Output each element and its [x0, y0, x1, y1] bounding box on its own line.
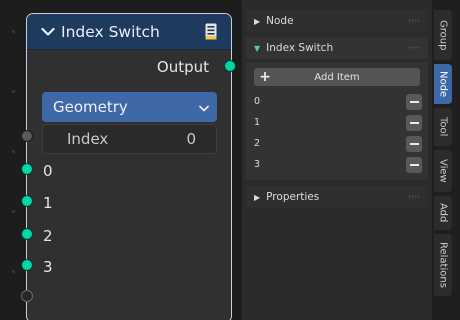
list-item[interactable]: 3: [254, 157, 422, 173]
index-switch-section-title: Index Switch: [266, 42, 334, 54]
minus-icon: [409, 101, 419, 103]
grid-dot: [12, 270, 15, 273]
list-item-index: 0: [254, 96, 261, 107]
list-item-index: 1: [254, 117, 261, 128]
list-item-index: 3: [254, 159, 261, 170]
remove-item-button[interactable]: [406, 157, 422, 173]
type-dropdown-value: Geometry: [53, 98, 128, 116]
output-label: Output: [156, 58, 209, 76]
tab-group[interactable]: Group: [434, 10, 452, 60]
chevron-down-icon: [199, 98, 209, 116]
output-socket[interactable]: [224, 60, 236, 72]
grid-dot: [12, 30, 15, 33]
minus-icon: [409, 164, 419, 166]
add-item-button[interactable]: + Add Item: [254, 68, 420, 86]
tab-relations[interactable]: Relations: [434, 234, 452, 296]
item-0-input-socket[interactable]: [21, 163, 33, 175]
minus-icon: [409, 122, 419, 124]
sidebar-tabs: Group Node Tool View Add Relations: [432, 0, 460, 320]
sidebar-panel: ▶ Node ▼ Index Switch + Add Item 0 1 2 3: [242, 0, 432, 320]
type-dropdown[interactable]: Geometry: [42, 92, 217, 122]
item-1-input-socket[interactable]: [21, 195, 33, 207]
remove-item-button[interactable]: [406, 115, 422, 131]
node-title: Index Switch: [61, 22, 160, 41]
index-field-label: Index: [67, 130, 109, 148]
chevron-down-icon[interactable]: [41, 27, 55, 37]
index-input-socket[interactable]: [21, 130, 33, 142]
tab-add[interactable]: Add: [434, 196, 452, 230]
index-field-value: 0: [186, 130, 196, 148]
node-header[interactable]: Index Switch: [27, 14, 231, 50]
index-switch-section-body: + Add Item 0 1 2 3: [246, 62, 428, 180]
item-label-0: 0: [43, 162, 53, 180]
add-item-label: Add Item: [314, 71, 360, 83]
index-field[interactable]: Index 0: [42, 124, 217, 154]
grid-dot: [12, 150, 15, 153]
grid-dot: [12, 90, 15, 93]
item-label-3: 3: [43, 258, 53, 276]
remove-item-button[interactable]: [406, 94, 422, 110]
minus-icon: [409, 143, 419, 145]
grid-dot: [12, 210, 15, 213]
list-item-index: 2: [254, 138, 261, 149]
drag-grip-icon[interactable]: [408, 19, 420, 23]
extend-socket[interactable]: [21, 290, 33, 302]
node-section-header[interactable]: ▶ Node: [246, 10, 428, 32]
index-switch-node[interactable]: Index Switch Output Geometry Index 0 0 1…: [26, 13, 232, 320]
properties-section-title: Properties: [266, 191, 320, 203]
item-label-2: 2: [43, 227, 53, 245]
item-3-input-socket[interactable]: [21, 259, 33, 271]
node-editor-canvas[interactable]: Index Switch Output Geometry Index 0 0 1…: [0, 0, 242, 320]
list-item[interactable]: 1: [254, 115, 422, 131]
node-section-title: Node: [266, 15, 294, 27]
item-2-input-socket[interactable]: [21, 228, 33, 240]
tab-node[interactable]: Node: [434, 64, 452, 104]
node-preview-icon[interactable]: [205, 23, 217, 40]
tab-tool[interactable]: Tool: [434, 108, 452, 146]
drag-grip-icon[interactable]: [408, 46, 420, 50]
remove-item-button[interactable]: [406, 136, 422, 152]
plus-icon: +: [259, 69, 271, 85]
drag-grip-icon[interactable]: [408, 195, 420, 199]
triangle-right-icon: ▶: [254, 192, 261, 202]
triangle-down-icon: ▼: [254, 43, 261, 53]
tab-view[interactable]: View: [434, 150, 452, 192]
triangle-right-icon: ▶: [254, 16, 261, 26]
item-label-1: 1: [43, 194, 53, 212]
list-item[interactable]: 0: [254, 94, 422, 110]
index-switch-section-header[interactable]: ▼ Index Switch: [246, 37, 428, 59]
properties-section-header[interactable]: ▶ Properties: [246, 186, 428, 208]
list-item[interactable]: 2: [254, 136, 422, 152]
